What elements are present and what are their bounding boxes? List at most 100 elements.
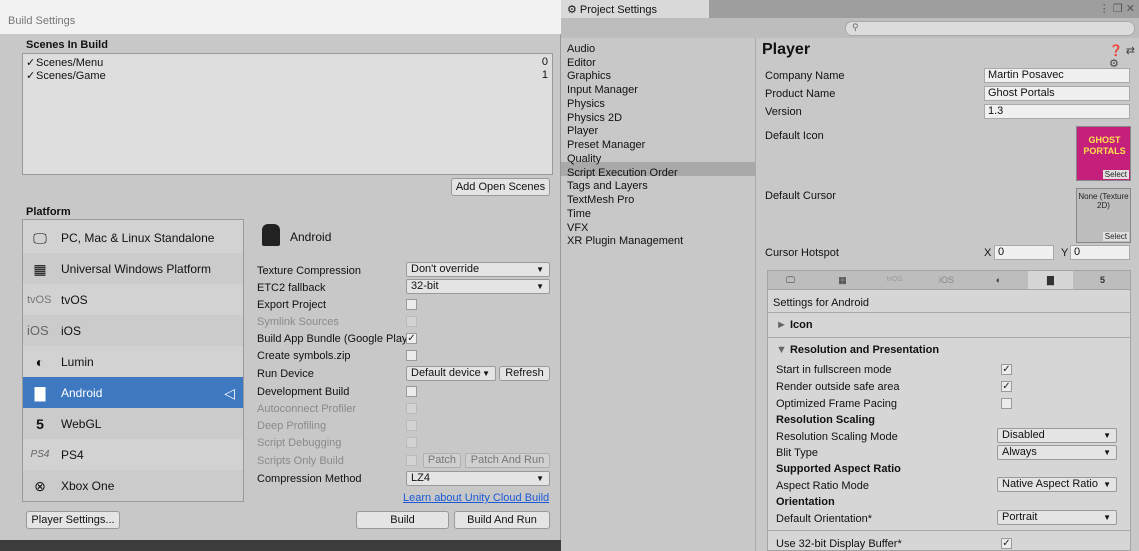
nav-item-xr-plugin-management[interactable]: XR Plugin Management — [567, 235, 683, 247]
display-buffer-label: Use 32-bit Display Buffer* — [776, 538, 902, 550]
blit-type-dropdown[interactable]: Always ▼ — [997, 445, 1117, 460]
texture-compression-dropdown[interactable]: Don't override ▼ — [406, 262, 550, 277]
nav-item-physics-2d[interactable]: Physics 2D — [567, 112, 622, 124]
development-build-checkbox[interactable] — [406, 386, 417, 397]
nav-item-textmesh-pro[interactable]: TextMesh Pro — [567, 194, 634, 206]
search-input[interactable]: ⚲ — [845, 21, 1135, 36]
nav-item-tags-and-layers[interactable]: Tags and Layers — [567, 180, 648, 192]
nav-item-audio[interactable]: Audio — [567, 43, 595, 55]
default-orientation-dropdown[interactable]: Portrait ▼ — [997, 510, 1117, 525]
tab-tvos[interactable]: tvOS — [872, 271, 917, 289]
development-build-label: Development Build — [257, 386, 350, 398]
platform-item-android[interactable]: ▇ Android ◁ — [23, 377, 243, 408]
export-project-checkbox[interactable] — [406, 299, 417, 310]
patch-and-run-button[interactable]: Patch And Run — [465, 453, 550, 468]
scene-checkbox[interactable]: ✓ — [26, 56, 36, 69]
nav-item-graphics[interactable]: Graphics — [567, 70, 611, 82]
scene-row[interactable]: ✓Scenes/Game 1 — [26, 69, 550, 82]
platform-item-uwp[interactable]: ▦ Universal Windows Platform — [23, 253, 243, 284]
build-app-bundle-label: Build App Bundle (Google Play — [257, 333, 408, 345]
render-outside-safe-label: Render outside safe area — [776, 381, 900, 393]
product-name-field[interactable]: Ghost Portals — [984, 86, 1130, 101]
run-device-dropdown[interactable]: Default device ▼ — [406, 366, 496, 381]
nav-item-script-execution-order[interactable]: Script Execution Order — [567, 167, 678, 179]
nav-item-player[interactable]: Player — [567, 125, 598, 137]
tab-android[interactable]: ▇ — [1028, 271, 1073, 289]
scripts-only-build-checkbox[interactable] — [406, 455, 417, 466]
version-field[interactable]: 1.3 — [984, 104, 1130, 119]
nav-item-editor[interactable]: Editor — [567, 57, 596, 69]
platform-item-ps4[interactable]: PS4 PS4 — [23, 439, 243, 470]
tab-standalone[interactable]: 🖵 — [768, 271, 813, 289]
nav-item-time[interactable]: Time — [567, 208, 591, 220]
add-open-scenes-button[interactable]: Add Open Scenes — [451, 178, 550, 196]
platform-label: PC, Mac & Linux Standalone — [61, 231, 215, 245]
window-controls[interactable]: ⋮ ❐ ✕ — [1099, 2, 1135, 15]
xbox-icon: ⊗ — [34, 478, 46, 494]
platform-item-ios[interactable]: iOS iOS — [23, 315, 243, 346]
resolution-section-foldout[interactable]: ▼ Resolution and Presentation — [776, 344, 939, 356]
unity-cloud-build-link[interactable]: Learn about Unity Cloud Build — [403, 492, 549, 504]
resolution-scaling-mode-dropdown[interactable]: Disabled ▼ — [997, 428, 1117, 443]
start-fullscreen-checkbox[interactable]: ✓ — [1001, 364, 1012, 375]
patch-button[interactable]: Patch — [423, 453, 461, 468]
scene-row[interactable]: ✓Scenes/Menu 0 — [26, 56, 550, 69]
etc2-fallback-dropdown[interactable]: 32-bit ▼ — [406, 279, 550, 294]
platform-item-xbox[interactable]: ⊗ Xbox One — [23, 470, 243, 501]
build-and-run-button[interactable]: Build And Run — [454, 511, 550, 529]
chevron-down-icon: ▼ — [1103, 431, 1111, 440]
symlink-sources-checkbox[interactable] — [406, 316, 417, 327]
hotspot-x-field[interactable]: 0 — [994, 245, 1054, 260]
display-buffer-checkbox[interactable]: ✓ — [1001, 538, 1012, 549]
tab-ios[interactable]: iOS — [924, 271, 969, 289]
render-outside-safe-checkbox[interactable]: ✓ — [1001, 381, 1012, 392]
refresh-button[interactable]: Refresh — [499, 366, 550, 381]
company-name-field[interactable]: Martin Posavec — [984, 68, 1130, 83]
default-icon-slot[interactable]: GHOST PORTALS Select — [1076, 126, 1131, 181]
platform-header: Platform — [26, 206, 71, 218]
deep-profiling-checkbox[interactable] — [406, 420, 417, 431]
nav-item-preset-manager[interactable]: Preset Manager — [567, 139, 645, 151]
build-button[interactable]: Build — [356, 511, 449, 529]
platform-item-webgl[interactable]: 5 WebGL — [23, 408, 243, 439]
scene-checkbox[interactable]: ✓ — [26, 69, 36, 82]
create-symbols-label: Create symbols.zip — [257, 350, 351, 362]
aspect-ratio-mode-dropdown[interactable]: Native Aspect Ratio ▼ — [997, 477, 1117, 492]
player-settings-button[interactable]: Player Settings... — [26, 511, 120, 529]
icon-section-foldout[interactable]: ► Icon — [776, 319, 813, 331]
nav-item-physics[interactable]: Physics — [567, 98, 605, 110]
create-symbols-checkbox[interactable] — [406, 350, 417, 361]
tvos-icon: tvOS — [27, 294, 52, 306]
project-settings-tab[interactable]: ⚙ Project Settings — [561, 0, 709, 18]
divider — [767, 312, 1131, 313]
tab-lumin[interactable]: ◐ — [976, 271, 1021, 289]
chevron-down-icon: ▼ — [482, 369, 490, 378]
divider — [767, 337, 1131, 338]
nav-item-vfx[interactable]: VFX — [567, 222, 588, 234]
select-icon-button[interactable]: Select — [1102, 170, 1129, 179]
help-preset-settings-icons[interactable]: ❓ ⇄ ⚙ — [1109, 44, 1139, 70]
optimized-frame-pacing-checkbox[interactable] — [1001, 398, 1012, 409]
select-cursor-button[interactable]: Select — [1102, 232, 1129, 241]
chevron-down-icon: ▼ — [1103, 480, 1111, 489]
platform-item-standalone[interactable]: 🖵 PC, Mac & Linux Standalone — [23, 222, 243, 253]
product-name-label: Product Name — [765, 88, 836, 100]
deep-profiling-label: Deep Profiling — [257, 420, 327, 432]
tab-webgl[interactable]: 5 — [1080, 271, 1125, 289]
editor-background — [0, 540, 561, 551]
build-app-bundle-checkbox[interactable]: ✓ — [406, 333, 417, 344]
platform-item-lumin[interactable]: ◐ Lumin — [23, 346, 243, 377]
compression-method-dropdown[interactable]: LZ4 ▼ — [406, 471, 550, 486]
nav-item-quality[interactable]: Quality — [567, 153, 601, 165]
chevron-right-icon: ► — [776, 319, 790, 331]
tab-windows[interactable]: ▦ — [820, 271, 865, 289]
script-debugging-checkbox[interactable] — [406, 437, 417, 448]
blit-type-label: Blit Type — [776, 447, 818, 459]
nav-item-input-manager[interactable]: Input Manager — [567, 84, 638, 96]
dropdown-value: Disabled — [1002, 429, 1045, 441]
default-cursor-slot[interactable]: None (Texture 2D) Select — [1076, 188, 1131, 243]
platform-item-tvos[interactable]: tvOS tvOS — [23, 284, 243, 315]
hotspot-y-field[interactable]: 0 — [1070, 245, 1130, 260]
script-debugging-label: Script Debugging — [257, 437, 342, 449]
autoconnect-profiler-checkbox[interactable] — [406, 403, 417, 414]
